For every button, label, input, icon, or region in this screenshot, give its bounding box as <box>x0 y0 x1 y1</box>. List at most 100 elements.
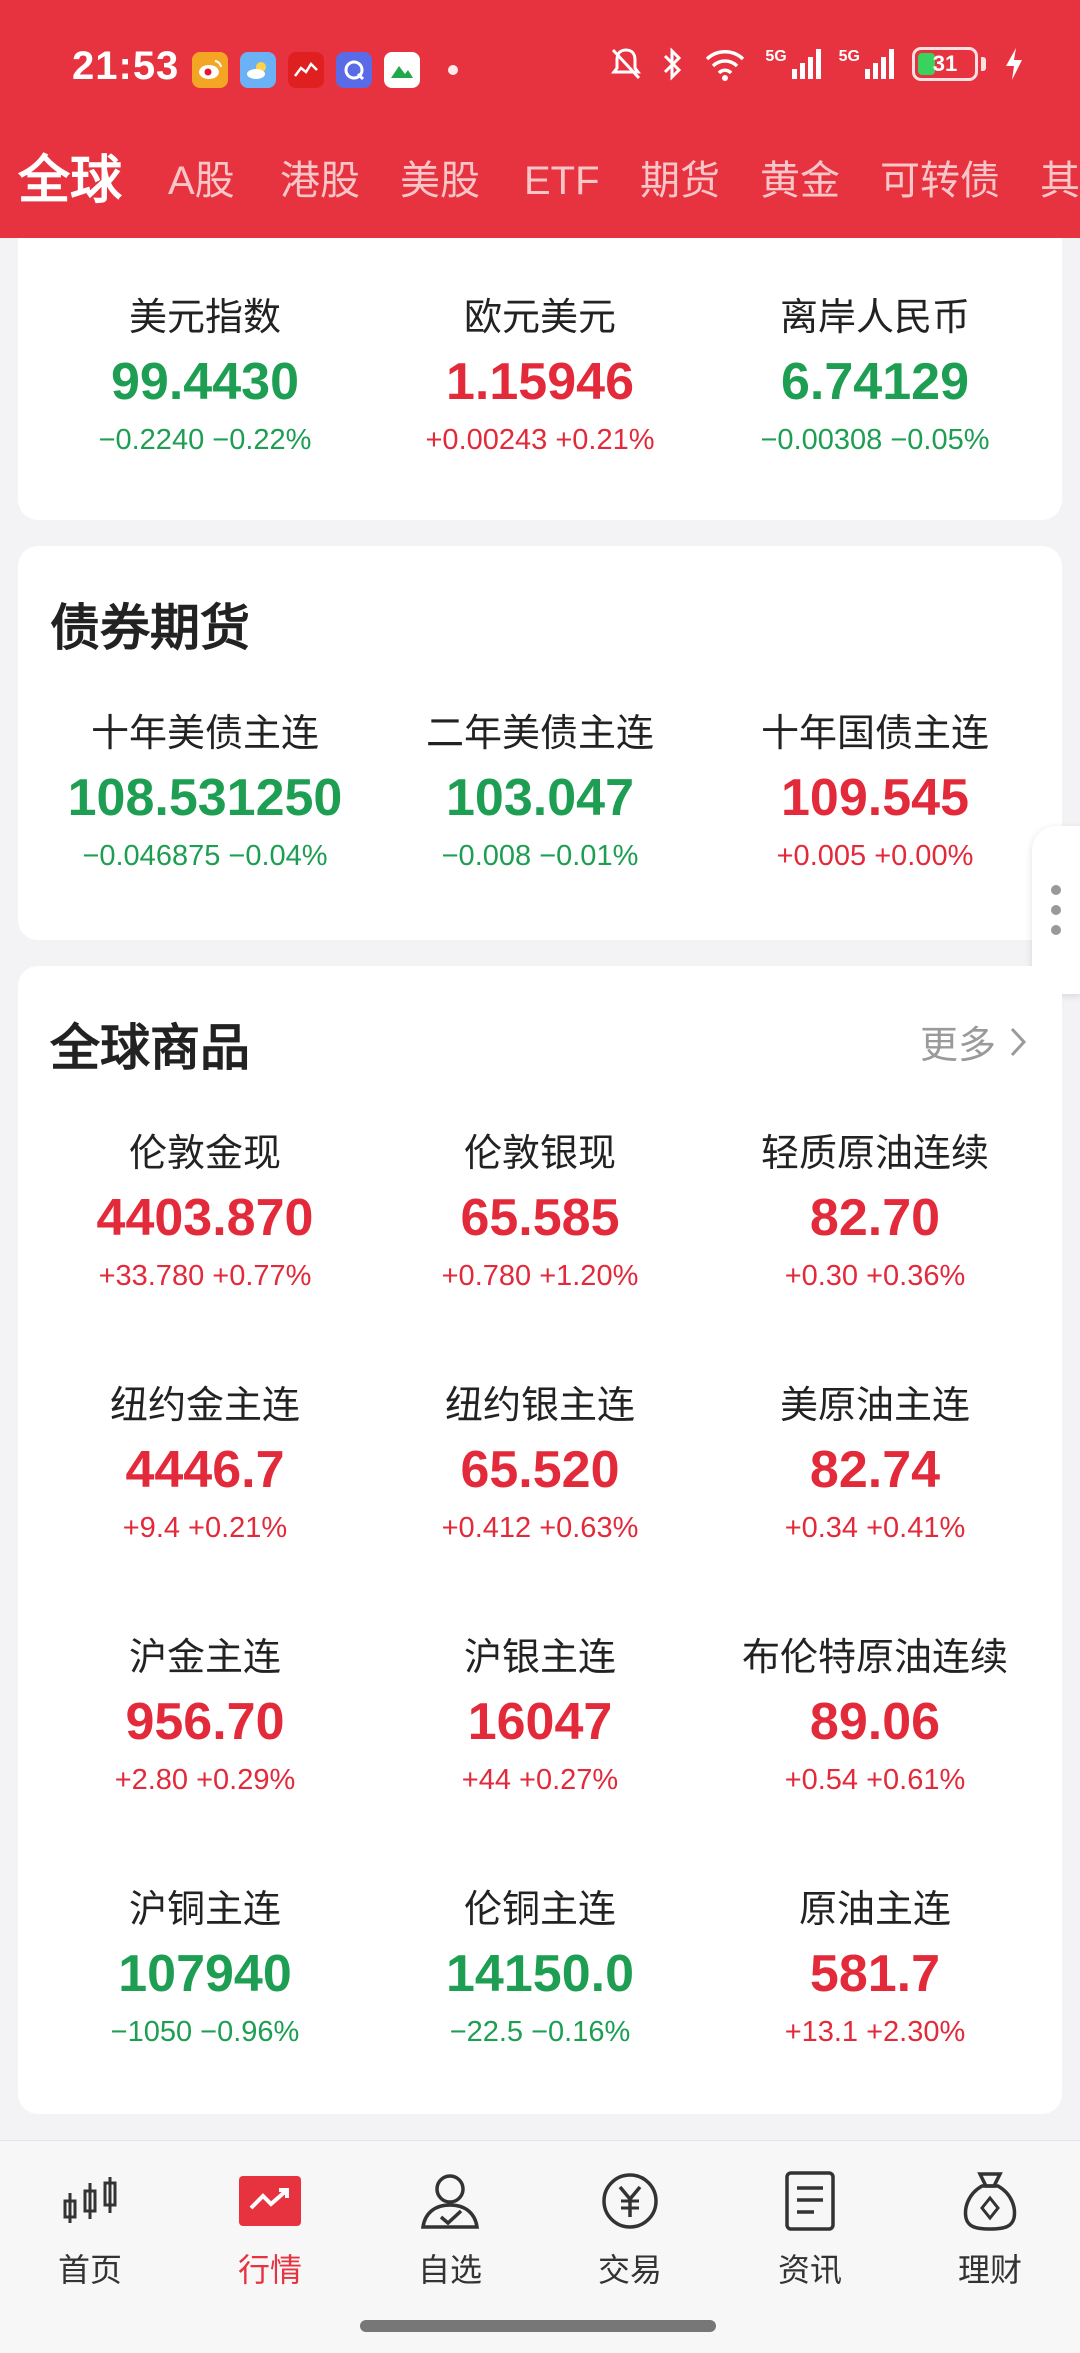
weather-icon <box>240 52 276 88</box>
commodity-quote[interactable]: 布伦特原油连续 89.06 +0.54 +0.61% <box>710 1634 1040 1800</box>
quote-change: +9.4 +0.21% <box>122 1512 288 1544</box>
quote-price: 956.70 <box>125 1693 285 1751</box>
quote-name: 伦铜主连 <box>463 1889 616 1931</box>
quote-change: +44 +0.27% <box>461 1764 619 1796</box>
quote-name: 轻质原油连续 <box>760 1133 989 1175</box>
money-bag-icon <box>958 2169 1022 2233</box>
section-title-commodities: 全球商品 <box>50 1020 250 1076</box>
bond-futures-card: 债券期货 十年美债主连 108.531250 −0.046875 −0.04% … <box>18 546 1062 940</box>
quote-change: +2.80 +0.29% <box>114 1764 296 1796</box>
quote-price: 107940 <box>118 1945 292 2003</box>
currency-card: 美元指数 99.4430 −0.2240 −0.22% 欧元美元 1.15946… <box>18 238 1062 520</box>
quote-name: 伦敦银现 <box>463 1133 616 1175</box>
quote-price: 14150.0 <box>446 1945 634 2003</box>
quote-price: 581.7 <box>809 1945 941 2003</box>
tab-convertible-bonds[interactable]: 可转债 <box>880 146 1000 216</box>
quote-offshore-cny[interactable]: 离岸人民币 6.74129 −0.00308 −0.05% <box>710 294 1040 460</box>
quote-name: 纽约金主连 <box>109 1385 300 1427</box>
quote-name: 伦敦金现 <box>128 1133 281 1175</box>
nav-market[interactable]: 行情 <box>180 2169 360 2291</box>
status-bar: 21:53 5G 5G 31 <box>0 0 1080 140</box>
tab-etf[interactable]: ETF <box>524 146 600 216</box>
tab-other[interactable]: 其 <box>1040 146 1080 216</box>
commodity-quote[interactable]: 纽约金主连 4446.7 +9.4 +0.21% <box>40 1382 370 1548</box>
commodity-quote[interactable]: 原油主连 581.7 +13.1 +2.30% <box>710 1886 1040 2052</box>
stock-app-icon <box>288 52 324 88</box>
status-time: 21:53 <box>72 44 180 88</box>
commodity-quote[interactable]: 沪金主连 956.70 +2.80 +0.29% <box>40 1634 370 1800</box>
quote-eur-usd[interactable]: 欧元美元 1.15946 +0.00243 +0.21% <box>375 294 705 460</box>
commodity-quote[interactable]: 伦敦银现 65.585 +0.780 +1.20% <box>375 1130 705 1296</box>
quote-us10y[interactable]: 十年美债主连 108.531250 −0.046875 −0.04% <box>40 710 370 876</box>
quote-price: 4403.870 <box>96 1189 314 1247</box>
battery-tip <box>981 57 986 71</box>
quote-price: 4446.7 <box>125 1441 285 1499</box>
commodity-quote[interactable]: 沪银主连 16047 +44 +0.27% <box>375 1634 705 1800</box>
commodity-quote[interactable]: 沪铜主连 107940 −1050 −0.96% <box>40 1886 370 2052</box>
quote-name: 美原油主连 <box>779 1385 970 1427</box>
tab-global[interactable]: 全球 <box>18 146 122 216</box>
browser-icon <box>336 52 372 88</box>
signal-5g-2: 5G <box>839 49 894 79</box>
nav-watchlist[interactable]: 自选 <box>360 2169 540 2291</box>
quote-name: 沪银主连 <box>463 1637 616 1679</box>
wifi-icon <box>706 50 745 81</box>
yen-coin-icon <box>598 2169 662 2233</box>
quote-price: 89.06 <box>809 1693 941 1751</box>
chevron-right-icon <box>1010 1027 1027 1056</box>
nav-home[interactable]: 首页 <box>0 2169 180 2291</box>
quote-name: 沪铜主连 <box>128 1889 281 1931</box>
quote-us2y[interactable]: 二年美债主连 103.047 −0.008 −0.01% <box>375 710 705 876</box>
commodities-card: 全球商品 更多 伦敦金现 4403.870 +33.780 +0.77% 伦敦银现 65… <box>18 966 1062 2114</box>
nav-wealth[interactable]: 理财 <box>900 2169 1080 2291</box>
quote-name: 纽约银主连 <box>444 1385 635 1427</box>
quote-change: −1050 −0.96% <box>110 2016 300 2048</box>
tab-gold[interactable]: 黄金 <box>760 146 840 216</box>
quote-usd-index[interactable]: 美元指数 99.4430 −0.2240 −0.22% <box>40 294 370 460</box>
quote-cn10y[interactable]: 十年国债主连 109.545 +0.005 +0.00% <box>710 710 1040 876</box>
quote-change: +13.1 +2.30% <box>784 2016 966 2048</box>
quote-name: 布伦特原油连续 <box>741 1637 1008 1679</box>
commodity-quote[interactable]: 轻质原油连续 82.70 +0.30 +0.36% <box>710 1130 1040 1296</box>
commodity-quote[interactable]: 伦敦金现 4403.870 +33.780 +0.77% <box>40 1130 370 1296</box>
quote-price: 82.74 <box>809 1441 941 1499</box>
quote-price: 82.70 <box>809 1189 941 1247</box>
battery-icon: 31 <box>912 47 978 81</box>
quote-change: +0.34 +0.41% <box>784 1512 966 1544</box>
quote-name: 沪金主连 <box>128 1637 281 1679</box>
candlestick-icon <box>58 2169 122 2233</box>
tab-us-stocks[interactable]: 美股 <box>400 146 480 216</box>
tab-futures[interactable]: 期货 <box>640 146 720 216</box>
document-icon <box>778 2169 842 2233</box>
tab-hk-stocks[interactable]: 港股 <box>280 146 360 216</box>
quote-change: +0.780 +1.20% <box>441 1260 639 1292</box>
bluetooth-icon <box>664 47 682 81</box>
charging-icon <box>1006 48 1022 80</box>
header: 21:53 5G 5G 31 全球 A股 港股 美股 ETF 期货 黄金 可转债… <box>0 0 1080 238</box>
market-tab-bar: 全球 A股 港股 美股 ETF 期货 黄金 可转债 其 <box>0 146 1080 216</box>
gallery-icon <box>384 52 420 88</box>
user-check-icon <box>418 2169 482 2233</box>
commodity-quote[interactable]: 纽约银主连 65.520 +0.412 +0.63% <box>375 1382 705 1548</box>
quote-price: 65.520 <box>460 1441 620 1499</box>
commodity-quote[interactable]: 美原油主连 82.74 +0.34 +0.41% <box>710 1382 1040 1548</box>
commodity-quote[interactable]: 伦铜主连 14150.0 −22.5 −0.16% <box>375 1886 705 2052</box>
quote-change: +0.30 +0.36% <box>784 1260 966 1292</box>
notification-icons <box>192 52 458 88</box>
tab-a-shares[interactable]: A股 <box>168 146 235 216</box>
quote-change: +0.54 +0.61% <box>784 1764 966 1796</box>
home-indicator[interactable] <box>360 2320 716 2332</box>
market-chart-icon <box>238 2169 302 2233</box>
nav-trade[interactable]: 交易 <box>540 2169 720 2291</box>
quote-price: 16047 <box>467 1693 613 1751</box>
quote-change: −22.5 −0.16% <box>449 2016 631 2048</box>
more-commodities-link[interactable]: 更多 <box>920 1014 1028 1069</box>
signal-5g-1: 5G <box>765 49 821 79</box>
quote-change: +0.412 +0.63% <box>441 1512 639 1544</box>
weibo-icon <box>192 52 228 88</box>
status-indicators: 5G 5G 31 <box>609 46 1024 82</box>
section-title-bonds: 债券期货 <box>50 600 250 656</box>
nav-news[interactable]: 资讯 <box>720 2169 900 2291</box>
more-notifications-dot <box>448 65 458 75</box>
mute-icon <box>611 48 642 80</box>
